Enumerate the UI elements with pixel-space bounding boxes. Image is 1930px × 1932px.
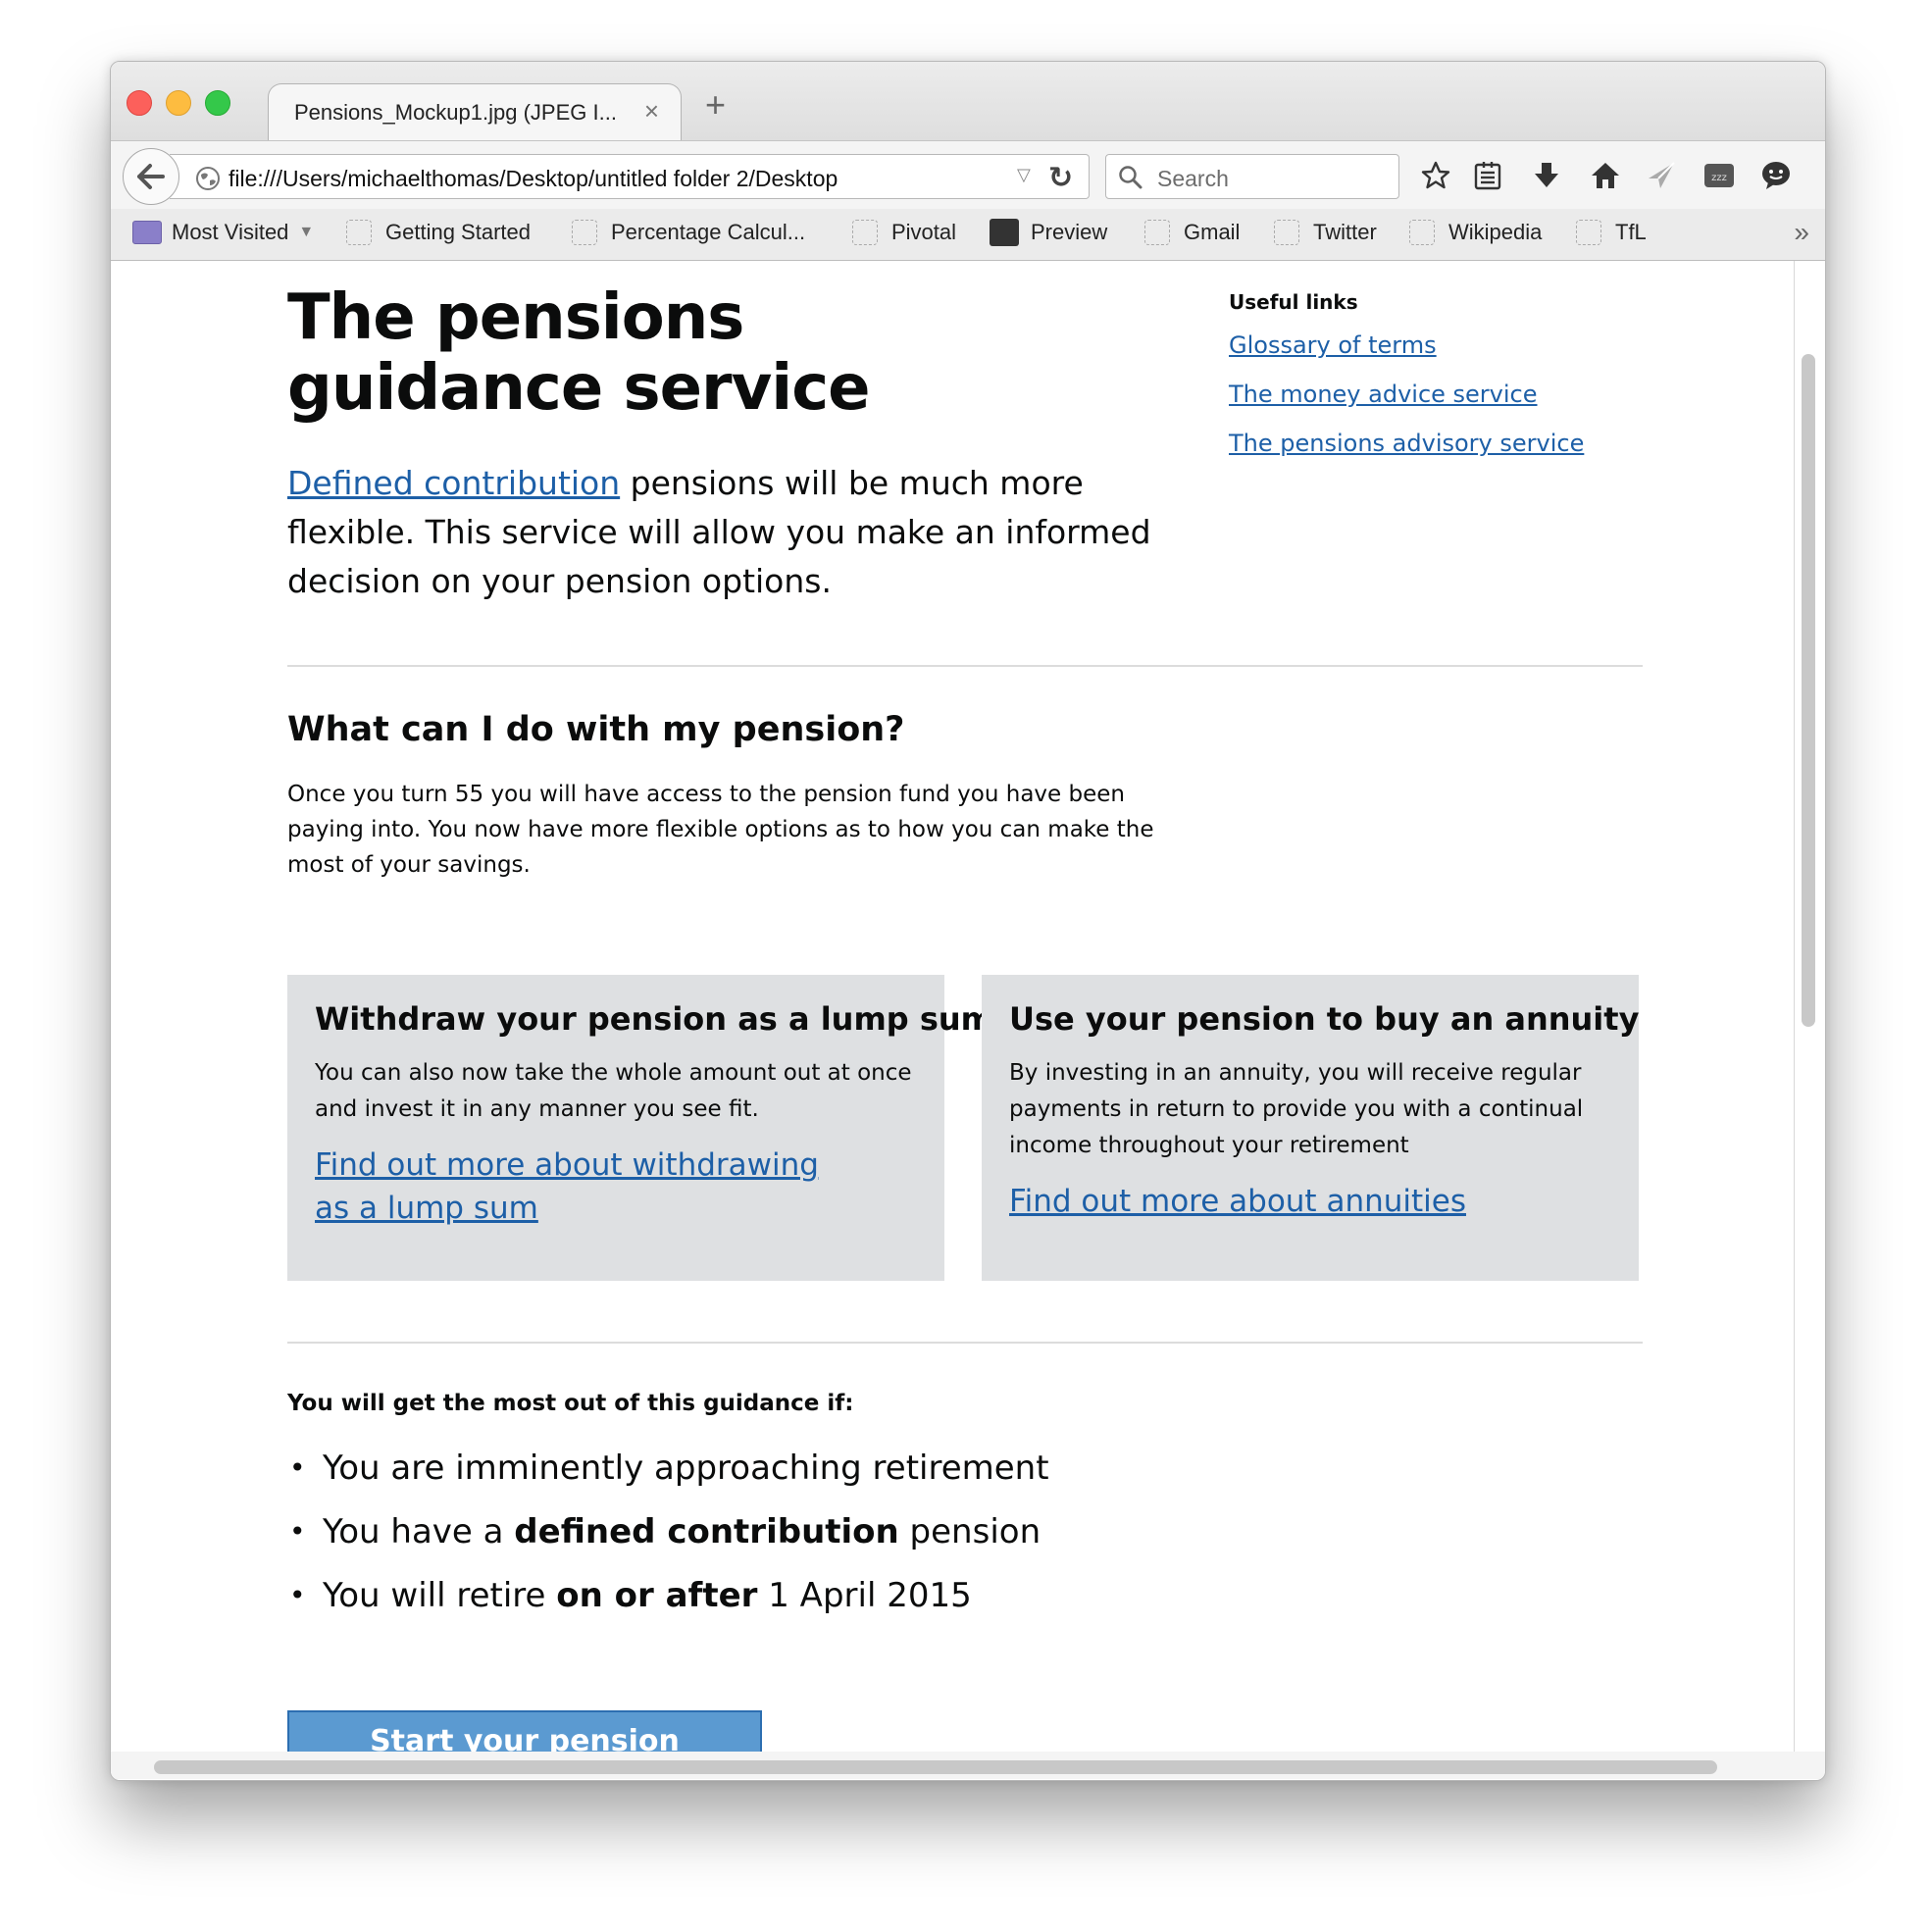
guidance-list: You are imminently approaching retiremen… <box>287 1444 1049 1635</box>
bookmark-icon <box>852 220 878 246</box>
pensions-advisory-link[interactable]: The pensions advisory service <box>1229 430 1584 457</box>
bookmark-preview[interactable]: Preview <box>990 219 1107 248</box>
svg-text:zzz: zzz <box>1711 173 1727 183</box>
guidance-heading: You will get the most out of this guidan… <box>287 1391 854 1416</box>
start-guidance-button[interactable]: Start your pension guidance <box>287 1710 762 1752</box>
tab-bar: Pensions_Mockup1.jpg (JPEG I... × + <box>111 62 1825 140</box>
bookmark-tfl[interactable]: TfL <box>1576 219 1647 248</box>
minimize-window-button[interactable] <box>166 90 191 116</box>
zoom-window-button[interactable] <box>205 90 230 116</box>
reading-list-icon[interactable] <box>1474 161 1501 190</box>
globe-icon <box>196 167 220 190</box>
navigation-bar: file:///Users/michaelthomas/Desktop/unti… <box>111 140 1825 210</box>
send-icon[interactable] <box>1647 161 1676 190</box>
bookmark-pivotal[interactable]: Pivotal <box>852 219 956 248</box>
close-window-button[interactable] <box>127 90 152 116</box>
page-title: The pensions guidance service <box>287 281 871 425</box>
bookmark-getting-started[interactable]: Getting Started <box>346 219 531 248</box>
browser-window: Pensions_Mockup1.jpg (JPEG I... × + file… <box>110 61 1826 1781</box>
new-tab-button[interactable]: + <box>705 87 726 123</box>
back-button[interactable] <box>123 148 179 205</box>
annuities-link[interactable]: Find out more about annuities <box>1009 1180 1611 1223</box>
bookmark-most-visited[interactable]: Most Visited ▼ <box>132 219 314 248</box>
card-title: Use your pension to buy an annuity <box>1009 1000 1640 1038</box>
url-text[interactable]: file:///Users/michaelthomas/Desktop/unti… <box>229 166 838 192</box>
bookmark-icon <box>346 220 372 246</box>
horizontal-scrollbar[interactable] <box>154 1760 1717 1774</box>
horizontal-scrollbar-track <box>111 1752 1825 1779</box>
card-title: Withdraw your pension as a lump sum <box>315 1000 994 1038</box>
history-dropdown-icon[interactable]: ▽ <box>1017 165 1031 185</box>
preview-icon <box>990 219 1019 247</box>
list-item: You are imminently approaching retiremen… <box>287 1444 1049 1507</box>
section-body: Once you turn 55 you will have access to… <box>287 782 1154 878</box>
reload-icon[interactable]: ↻ <box>1048 161 1073 195</box>
url-bar[interactable]: file:///Users/michaelthomas/Desktop/unti… <box>170 154 1090 199</box>
divider <box>287 665 1643 667</box>
star-icon[interactable] <box>1421 161 1450 190</box>
vertical-scrollbar[interactable] <box>1802 354 1815 1027</box>
useful-links-heading: Useful links <box>1229 290 1358 314</box>
back-arrow-icon <box>137 164 165 189</box>
bookmark-gmail[interactable]: Gmail <box>1144 219 1240 248</box>
bookmark-icon <box>572 220 597 246</box>
search-placeholder: Search <box>1157 166 1229 191</box>
bookmarks-bar: Most Visited ▼ Getting Started Percentage… <box>111 209 1825 261</box>
bookmark-wikipedia[interactable]: Wikipedia <box>1409 219 1542 248</box>
annuity-card: Use your pension to buy an annuity By in… <box>982 975 1639 1281</box>
bookmark-icon <box>1274 220 1299 246</box>
tab-close-icon[interactable]: × <box>644 96 659 127</box>
list-item: You will retire on or after 1 April 2015 <box>287 1571 1049 1635</box>
lead-paragraph: Defined contribution pensions will be mu… <box>287 459 1170 606</box>
search-bar[interactable]: Search <box>1105 154 1399 199</box>
lump-sum-card: Withdraw your pension as a lump sum You … <box>287 975 994 1281</box>
card-body: You can also now take the whole amount o… <box>315 1060 912 1122</box>
download-icon[interactable] <box>1533 161 1560 190</box>
bookmarks-overflow-icon[interactable]: » <box>1794 217 1809 248</box>
card-body: By investing in an annuity, you will rec… <box>1009 1060 1584 1158</box>
zzz-icon[interactable]: zzz <box>1703 161 1735 190</box>
bookmark-icon <box>1144 220 1170 246</box>
bookmark-percentage-calculator[interactable]: Percentage Calcul... <box>572 219 805 248</box>
bookmark-icon <box>1409 220 1435 246</box>
page-content: The pensions guidance service Defined co… <box>111 261 1795 1752</box>
home-icon[interactable] <box>1590 161 1621 190</box>
divider <box>287 1342 1643 1344</box>
section-title: What can I do with my pension? <box>287 710 905 749</box>
bookmark-twitter[interactable]: Twitter <box>1274 219 1377 248</box>
bookmark-icon <box>1576 220 1601 246</box>
money-advice-link[interactable]: The money advice service <box>1229 381 1538 408</box>
folder-icon <box>132 221 162 245</box>
lump-sum-link[interactable]: Find out more about withdrawing as a lum… <box>315 1144 825 1230</box>
glossary-link[interactable]: Glossary of terms <box>1229 331 1437 359</box>
chat-icon[interactable] <box>1760 161 1792 190</box>
search-icon <box>1119 166 1143 189</box>
browser-tab[interactable]: Pensions_Mockup1.jpg (JPEG I... × <box>268 83 682 140</box>
tab-title: Pensions_Mockup1.jpg (JPEG I... <box>294 100 617 125</box>
list-item: You have a defined contribution pension <box>287 1507 1049 1571</box>
defined-contribution-link[interactable]: Defined contribution <box>287 464 620 502</box>
